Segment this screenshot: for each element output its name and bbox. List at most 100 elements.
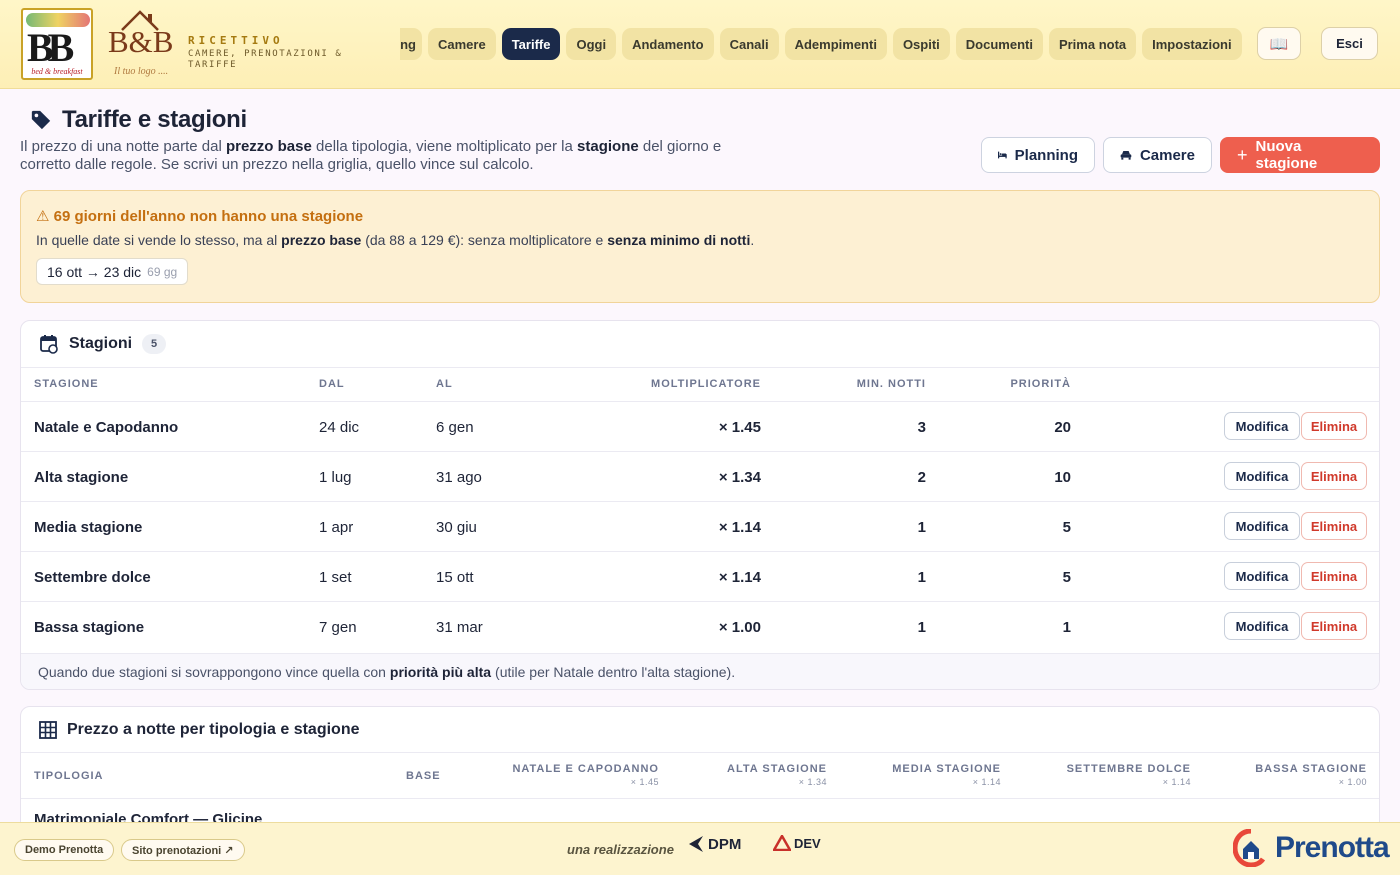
footer: Demo Prenotta Sito prenotazioni ↗ una re… <box>0 822 1400 875</box>
delete-season-button[interactable]: Elimina <box>1301 462 1367 490</box>
nav-item-planning[interactable]: ng <box>400 28 422 60</box>
season-min-nights: 1 <box>917 568 926 586</box>
edit-season-button[interactable]: Modifica <box>1224 612 1300 640</box>
warning-icon: ⚠ <box>36 208 54 225</box>
prenotta-brand: Prenotta <box>1275 831 1390 864</box>
delete-season-button[interactable]: Elimina <box>1301 412 1367 440</box>
booking-site-link[interactable]: Sito prenotazioni ↗ <box>121 839 245 861</box>
price-col-mult: × 1.00 <box>1338 777 1367 787</box>
edit-season-button[interactable]: Modifica <box>1224 562 1300 590</box>
th-stagione: Stagione <box>34 378 99 390</box>
season-priority: 20 <box>1054 418 1071 436</box>
price-col-name: Bassa stagione <box>1255 763 1367 775</box>
season-min-nights: 2 <box>917 468 926 486</box>
price-col-header: Bassa stagione × 1.00 <box>1207 763 1367 789</box>
season-from: 24 dic <box>319 418 360 436</box>
season-min-nights: 1 <box>917 518 926 536</box>
season-from: 1 set <box>319 568 352 586</box>
season-name: Natale e Capodanno <box>34 418 179 436</box>
price-col-mult: × 1.14 <box>972 777 1001 787</box>
bb-logo[interactable]: BB bed & breakfast <box>21 8 93 80</box>
th-moltiplicatore: Moltiplicatore <box>651 378 761 390</box>
page-title: Tariffe e stagioni <box>62 106 247 133</box>
season-priority: 5 <box>1062 568 1071 586</box>
season-to: 15 ott <box>436 568 474 586</box>
season-multiplier: × 1.34 <box>718 468 761 486</box>
exit-button[interactable]: Esci <box>1321 27 1378 60</box>
dev-logo: DEV <box>773 835 821 851</box>
season-min-nights: 3 <box>917 418 926 436</box>
demo-chip[interactable]: Demo Prenotta <box>14 839 115 861</box>
prices-title: Prezzo a notte per tipologia e stagione <box>67 720 360 738</box>
season-priority: 5 <box>1062 518 1071 536</box>
planning-button[interactable]: Planning <box>981 137 1095 173</box>
prices-card-header: Prezzo a notte per tipologia e stagione <box>21 707 1379 753</box>
page-title-block: Tariffe e stagioni <box>30 106 247 134</box>
price-col-mult: × 1.45 <box>630 777 659 787</box>
th-min-notti: Min. notti <box>856 378 926 390</box>
edit-season-button[interactable]: Modifica <box>1224 512 1300 540</box>
price-col-name: Natale e Capodanno <box>512 763 659 775</box>
th-al: Al <box>436 378 453 390</box>
price-col-header: Settembre dolce × 1.14 <box>1021 763 1191 789</box>
season-min-nights: 1 <box>917 618 926 636</box>
nav-item-adempimenti[interactable]: Adempimenti <box>784 28 887 60</box>
nav-item-tariffe[interactable]: Tariffe <box>501 28 561 60</box>
season-multiplier: × 1.14 <box>718 518 761 536</box>
guide-button[interactable]: 📖 <box>1257 27 1301 60</box>
seasons-card-header: Stagioni 5 <box>21 321 1379 368</box>
dev-triangle-icon <box>773 835 791 851</box>
delete-season-button[interactable]: Elimina <box>1301 612 1367 640</box>
price-col-header: Alta stagione × 1.34 <box>677 763 827 789</box>
nav-item-oggi[interactable]: Oggi <box>566 28 617 60</box>
uncovered-range-chip[interactable]: 16 ott → 23 dic 69 gg <box>36 258 189 285</box>
brand-block: RICETTIVO CAMERE, PRENOTAZIONI & TARIFFE <box>188 34 388 71</box>
season-priority: 10 <box>1054 468 1071 486</box>
season-row: Natale e Capodanno 24 dic 6 gen × 1.45 3 20 Mo… <box>21 401 1379 451</box>
intro-text: Il prezzo di una notte parte dal prezzo … <box>20 138 722 173</box>
season-row: Media stagione 1 apr 30 giu × 1.14 1 5 Modific… <box>21 501 1379 551</box>
edit-season-button[interactable]: Modifica <box>1224 462 1300 490</box>
price-col-name: Alta stagione <box>727 763 827 775</box>
nav-item-impostazioni[interactable]: Impostazioni <box>1142 28 1242 60</box>
nav-item-ospiti[interactable]: Ospiti <box>892 28 950 60</box>
season-to: 31 mar <box>436 618 483 636</box>
nav-item-canali[interactable]: Canali <box>719 28 779 60</box>
nav-item-prima-nota[interactable]: Prima nota <box>1048 28 1137 60</box>
brand-subtitle: CAMERE, PRENOTAZIONI & TARIFFE <box>188 49 343 70</box>
price-col-name: Settembre dolce <box>1066 763 1191 775</box>
price-col-header: Media stagione × 1.14 <box>851 763 1001 789</box>
delete-season-button[interactable]: Elimina <box>1301 562 1367 590</box>
season-multiplier: × 1.00 <box>718 618 761 636</box>
seasons-count-badge: 5 <box>142 334 167 354</box>
season-row: Settembre dolce 1 set 15 ott × 1.14 1 5 Modifi… <box>21 551 1379 601</box>
season-to: 6 gen <box>436 418 474 436</box>
price-col-mult: × 1.34 <box>798 777 827 787</box>
price-col-name: Media stagione <box>892 763 1001 775</box>
season-multiplier: × 1.45 <box>718 418 761 436</box>
prices-divider <box>21 798 1379 799</box>
season-name: Media stagione <box>34 518 143 536</box>
season-to: 31 ago <box>436 468 482 486</box>
season-multiplier: × 1.14 <box>718 568 761 586</box>
dpm-arrow-icon <box>689 836 703 852</box>
season-name: Alta stagione <box>34 468 129 486</box>
new-season-button[interactable]: + Nuova stagione <box>1220 137 1380 173</box>
nav-item-camere[interactable]: Camere <box>428 28 496 60</box>
th-dal: Dal <box>319 378 345 390</box>
priority-note: Quando due stagioni si sovrappongono vin… <box>21 653 1379 689</box>
delete-season-button[interactable]: Elimina <box>1301 512 1367 540</box>
season-from: 7 gen <box>319 618 357 636</box>
camere-button[interactable]: Camere <box>1103 137 1212 173</box>
season-from: 1 apr <box>319 518 354 536</box>
edit-season-button[interactable]: Modifica <box>1224 412 1300 440</box>
car-icon <box>1120 151 1132 160</box>
nav-item-andamento[interactable]: Andamento <box>622 28 714 60</box>
custom-logo[interactable]: B&B Il tuo logo .... <box>106 8 176 80</box>
nav-item-documenti[interactable]: Documenti <box>955 28 1043 60</box>
plus-icon: + <box>1237 144 1248 165</box>
prenotta-logo[interactable]: Prenotta <box>1233 829 1390 867</box>
grid-icon <box>39 720 57 739</box>
season-priority: 1 <box>1062 618 1071 636</box>
credit-text: una realizzazione <box>567 842 674 857</box>
